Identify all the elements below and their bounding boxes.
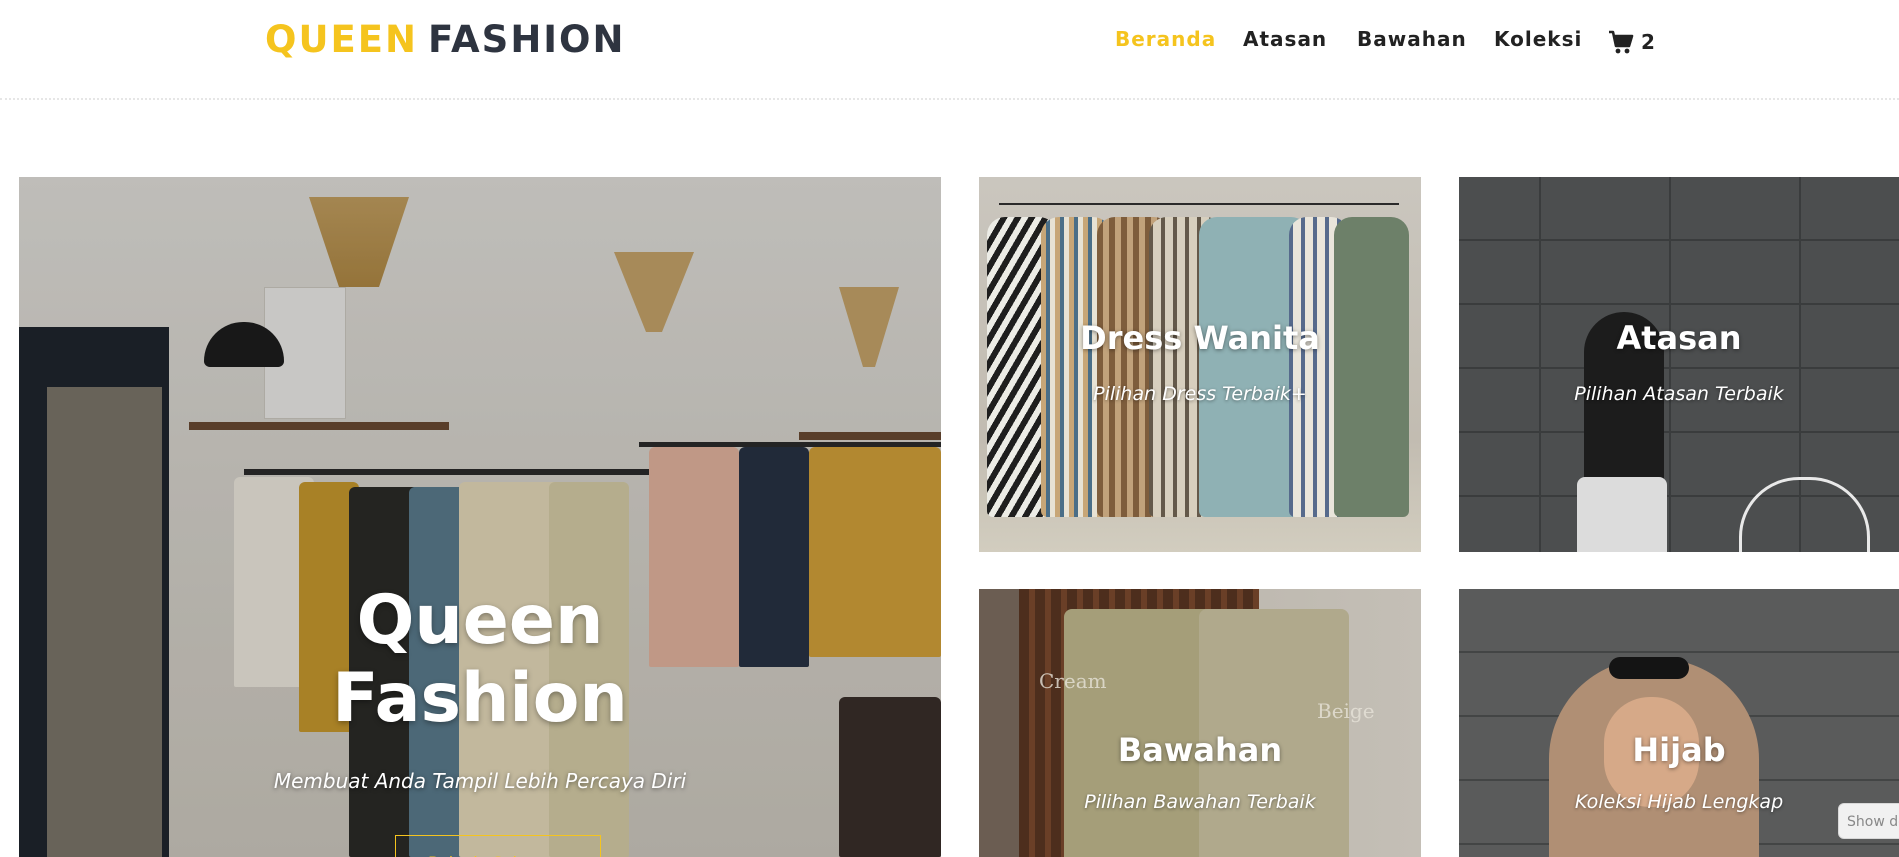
bawahan-photo-label-cream: Cream <box>1039 669 1107 693</box>
nav-link-koleksi[interactable]: Koleksi <box>1494 27 1582 51</box>
atasan-photo-skirt <box>1577 477 1667 552</box>
dress-photo-garment <box>1334 217 1409 517</box>
category-tile-hijab[interactable]: Hijab Koleksi Hijab Lengkap <box>1459 589 1899 857</box>
hero-subtitle: Membuat Anda Tampil Lebih Percaya Diri <box>273 769 687 793</box>
dress-photo-rail <box>999 203 1399 205</box>
cart-count: 2 <box>1641 30 1655 54</box>
atasan-photo-chair <box>1739 477 1870 552</box>
nav-link-atasan[interactable]: Atasan <box>1243 27 1327 51</box>
category-tile-dress[interactable]: Dress Wanita Pilihan Dress Terbaik+ <box>979 177 1421 552</box>
category-subtitle: Pilihan Atasan Terbaik <box>1574 383 1784 405</box>
category-title: Dress Wanita <box>1080 319 1320 357</box>
site-header: QUEEN FASHION Beranda Atasan Bawahan Kole… <box>0 0 1899 100</box>
category-subtitle: Pilihan Dress Terbaik+ <box>1093 383 1307 405</box>
shopping-cart-icon <box>1609 30 1634 54</box>
bawahan-photo-label-beige: Beige <box>1317 699 1375 723</box>
hijab-photo-sunglasses <box>1609 657 1689 679</box>
wall-joint <box>1539 177 1541 552</box>
category-tile-atasan[interactable]: Atasan Pilihan Atasan Terbaik <box>1459 177 1899 552</box>
wall-joint <box>1669 177 1671 552</box>
hero-photo-overlay <box>19 177 941 857</box>
show-details-tab[interactable]: Show de <box>1838 803 1899 839</box>
hero-title: Queen Fashion <box>19 582 941 738</box>
hero-title-line1: Queen <box>356 581 604 660</box>
category-title: Hijab <box>1632 731 1726 769</box>
shop-now-button[interactable]: Belanja Sekarang <box>395 835 601 857</box>
hero-banner: Queen Fashion Membuat Anda Tampil Lebih … <box>19 177 941 857</box>
hero-title-line2: Fashion <box>332 659 628 738</box>
category-title: Bawahan <box>1117 731 1283 769</box>
cart-button[interactable]: 2 <box>1607 28 1655 56</box>
nav-link-beranda[interactable]: Beranda <box>1115 27 1216 51</box>
category-title: Atasan <box>1616 319 1742 357</box>
category-subtitle: Koleksi Hijab Lengkap <box>1574 791 1784 813</box>
category-subtitle: Pilihan Bawahan Terbaik <box>1084 791 1316 813</box>
category-tile-bawahan[interactable]: Cream Beige Bawahan Pilihan Bawahan Terb… <box>979 589 1421 857</box>
nav-link-bawahan[interactable]: Bawahan <box>1357 27 1467 51</box>
